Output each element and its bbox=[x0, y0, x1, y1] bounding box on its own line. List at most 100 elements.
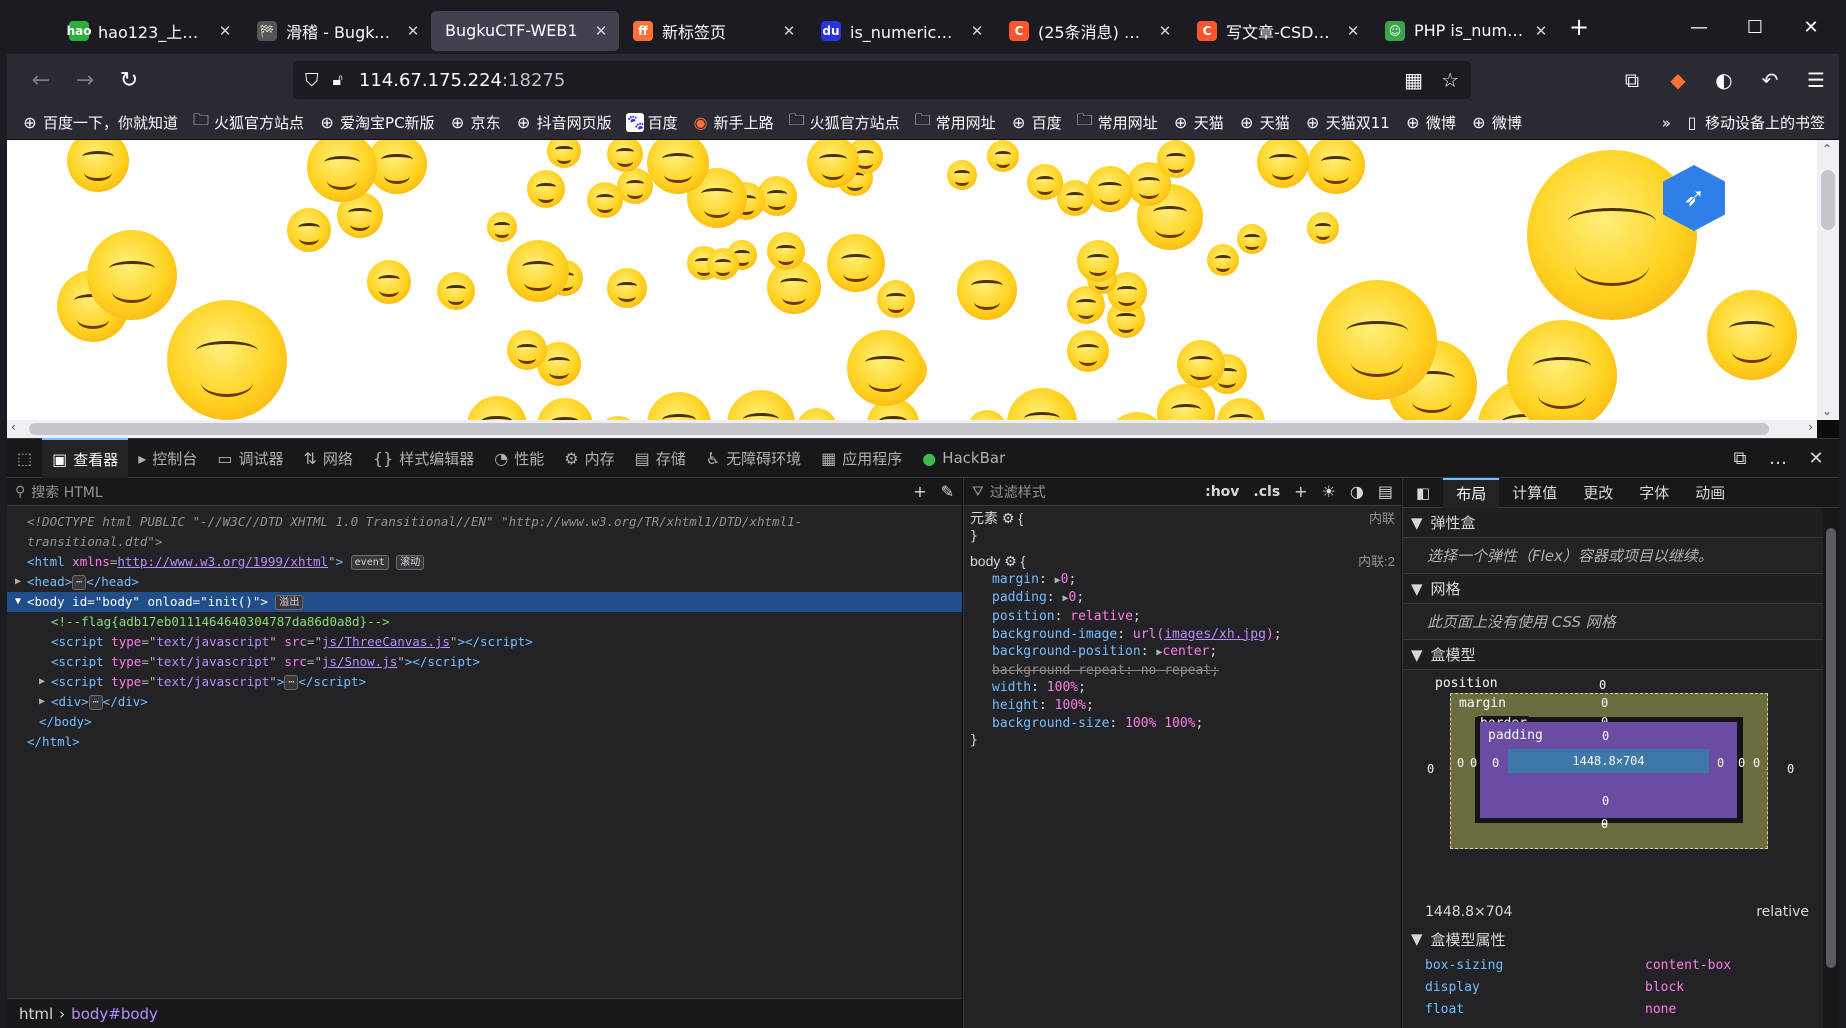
devtools-tab[interactable]: ● HackBar bbox=[912, 438, 1015, 478]
minimize-button[interactable]: — bbox=[1671, 0, 1727, 54]
inline-script-node[interactable]: ▶ <script type="text/javascript"> ⋯ </scrip… bbox=[7, 672, 962, 692]
sidebar-scrollbar[interactable] bbox=[1823, 508, 1839, 1028]
css-declaration[interactable]: background-image: url(images/xh.jpg); bbox=[970, 626, 1395, 644]
devtools-tab[interactable]: ◔ 性能 bbox=[484, 438, 554, 478]
bookmark-item[interactable]: ⊕ 微博 bbox=[1470, 112, 1522, 133]
bookmark-item[interactable]: ⊕ 爱淘宝PC新版 bbox=[318, 112, 434, 133]
css-declaration[interactable]: margin: ▶0; bbox=[970, 571, 1395, 590]
reload-button[interactable]: ↻ bbox=[107, 60, 151, 100]
sidebar-toggle-icon[interactable]: ◧ bbox=[1403, 478, 1443, 508]
devtools-tab[interactable]: ▭ 调试器 bbox=[207, 438, 293, 478]
declaration-value[interactable]: 0 bbox=[1061, 572, 1069, 587]
url-bar[interactable]: ⛉ 🔓︎ 114.67.175.224:18275 ▦ ☆ bbox=[293, 61, 1471, 99]
overflow-badge[interactable]: 溢出 bbox=[275, 595, 304, 610]
more-options-icon[interactable]: … bbox=[1763, 448, 1793, 469]
bookmark-item[interactable]: 🗀︎ 常用网址 bbox=[1076, 109, 1158, 136]
bookmark-item[interactable]: ⊕ 抖音网页版 bbox=[515, 112, 612, 133]
margin-left-value[interactable]: 0 bbox=[1457, 756, 1464, 770]
tab-close-icon[interactable]: ✕ bbox=[1533, 22, 1549, 40]
border-right-value[interactable]: 0 bbox=[1738, 756, 1745, 770]
declaration-value[interactable]: 100% bbox=[1055, 698, 1086, 713]
hov-toggle[interactable]: :hov bbox=[1205, 484, 1239, 500]
close-window-button[interactable]: ✕ bbox=[1783, 0, 1839, 54]
css-declaration[interactable]: background-repeat: no-repeat; bbox=[970, 662, 1395, 680]
padding-left-value[interactable]: 0 bbox=[1492, 756, 1499, 770]
css-declaration[interactable]: background-position: ▶center; bbox=[970, 643, 1395, 662]
css-declaration[interactable]: position: relative; bbox=[970, 608, 1395, 626]
chevron-more-icon[interactable]: » bbox=[1662, 114, 1671, 132]
scroll-left-icon[interactable]: ‹ bbox=[11, 420, 16, 434]
bookmark-item[interactable]: ⊕ 京东 bbox=[449, 112, 501, 133]
shield-icon[interactable]: ⛉ bbox=[305, 70, 319, 91]
tab-close-icon[interactable]: ✕ bbox=[1157, 22, 1173, 40]
declaration-value[interactable]: no-repeat bbox=[1141, 663, 1211, 678]
dock-icon[interactable]: ⧉ bbox=[1725, 448, 1755, 469]
tab-close-icon[interactable]: ✕ bbox=[1345, 22, 1361, 40]
element-picker-button[interactable]: ⬚ bbox=[7, 438, 42, 478]
tab-close-icon[interactable]: ✕ bbox=[217, 22, 233, 40]
maximize-button[interactable]: ☐ bbox=[1727, 0, 1783, 54]
declaration-value[interactable]: 100% 100% bbox=[1125, 716, 1195, 731]
html-search-input[interactable]: 搜索 HTML bbox=[31, 482, 102, 502]
bookmark-item[interactable]: ⊕ 百度 bbox=[1010, 112, 1062, 133]
add-rule-icon[interactable]: + bbox=[1294, 482, 1307, 501]
div-node[interactable]: ▶ <div> ⋯ </div> bbox=[7, 692, 962, 712]
declaration-value[interactable]: 100% bbox=[1047, 680, 1078, 695]
tab-close-icon[interactable]: ✕ bbox=[405, 22, 421, 40]
tab-close-icon[interactable]: ✕ bbox=[593, 22, 609, 40]
margin-top-value[interactable]: 0 bbox=[1601, 696, 1608, 710]
scroll-up-icon[interactable]: ⌃ bbox=[1822, 142, 1832, 156]
sidebar-scroll-thumb[interactable] bbox=[1826, 528, 1836, 968]
collapse-body-icon[interactable]: ▼ bbox=[15, 592, 21, 612]
expand-script-icon[interactable]: ▶ bbox=[39, 672, 45, 692]
devtools-tab[interactable]: ⇅ 网络 bbox=[293, 438, 362, 478]
dark-mode-icon[interactable]: ◑ bbox=[1350, 482, 1364, 501]
scroll-down-icon[interactable]: ⌄ bbox=[1822, 404, 1832, 418]
html-node[interactable]: <html xmlns=http://www.w3.org/1999/xhtml… bbox=[7, 552, 962, 572]
page-horizontal-scrollbar[interactable]: ‹ › bbox=[7, 420, 1817, 438]
doctype-line-2[interactable]: transitional.dtd"> bbox=[7, 532, 962, 552]
tab-close-icon[interactable]: ✕ bbox=[969, 22, 985, 40]
bookmark-item[interactable]: 🗀︎ 常用网址 bbox=[914, 109, 996, 136]
bookmark-item[interactable]: ◉ 新手上路 bbox=[692, 112, 774, 133]
devtools-tab[interactable]: ▤ 存储 bbox=[625, 438, 696, 478]
collapsed-ellipsis[interactable]: ⋯ bbox=[72, 575, 87, 590]
bookmark-item[interactable]: 🗀︎ 火狐官方站点 bbox=[788, 109, 900, 136]
css-declaration[interactable]: width: 100%; bbox=[970, 679, 1395, 697]
breadcrumb-html[interactable]: html bbox=[19, 1005, 53, 1023]
flag-comment-node[interactable]: <!--flag{adb17eb0111464640304787da86d0a8… bbox=[7, 612, 962, 632]
declaration-name[interactable]: background-repeat bbox=[992, 663, 1125, 678]
page-vertical-scrollbar[interactable]: ⌃ ⌄ bbox=[1817, 140, 1839, 420]
script2-src-link[interactable]: js/Snow.js bbox=[322, 654, 397, 669]
element-rule-source[interactable]: 内联 bbox=[1369, 510, 1395, 528]
declaration-name[interactable]: background-image bbox=[992, 627, 1117, 642]
tab-changes[interactable]: 更改 bbox=[1570, 478, 1626, 508]
flexbox-section-header[interactable]: ▼ 弹性盒 bbox=[1403, 508, 1839, 538]
margin-box[interactable]: margin 0 0 0 0 border 0 0 0 0 padding 0 … bbox=[1450, 693, 1768, 849]
script-node[interactable]: <script type="text/javascript" src="js/T… bbox=[7, 632, 962, 652]
eyedropper-icon[interactable]: ✎ bbox=[941, 482, 954, 501]
bookmark-item[interactable]: 🗀︎ 火狐官方站点 bbox=[192, 109, 304, 136]
grid-section-header[interactable]: ▼ 网格 bbox=[1403, 574, 1839, 604]
menu-icon[interactable]: ☰ bbox=[1793, 68, 1839, 92]
bookmark-item[interactable]: ⊕ 天猫双11 bbox=[1304, 112, 1390, 133]
declaration-name[interactable]: margin bbox=[992, 572, 1039, 587]
declaration-name[interactable]: height bbox=[992, 698, 1039, 713]
tab-fonts[interactable]: 字体 bbox=[1626, 478, 1682, 508]
tab-computed[interactable]: 计算值 bbox=[1499, 478, 1570, 508]
position-right-value[interactable]: 0 bbox=[1787, 762, 1794, 776]
collapsed-ellipsis[interactable]: ⋯ bbox=[284, 675, 299, 690]
browser-tab[interactable]: 🏁 滑稽 - Bugku CTF ✕ bbox=[243, 11, 431, 51]
browser-tab[interactable]: ☺ PHP is_numeric(✕ bbox=[1371, 11, 1559, 51]
breadcrumb-body[interactable]: body#body bbox=[71, 1005, 158, 1023]
bookmark-star-icon[interactable]: ☆ bbox=[1441, 68, 1459, 92]
other-bookmarks[interactable]: ▯ 移动设备上的书签 bbox=[1683, 112, 1825, 133]
devtools-tab[interactable]: ▦ 应用程序 bbox=[811, 438, 912, 478]
border-box[interactable]: border 0 0 0 0 padding 0 0 0 0 1448.8×70… bbox=[1470, 715, 1745, 831]
close-devtools-icon[interactable]: ✕ bbox=[1801, 448, 1831, 469]
expand-div-icon[interactable]: ▶ bbox=[39, 692, 45, 712]
content-box[interactable]: 1448.8×704 bbox=[1508, 749, 1709, 773]
undo-close-tab-icon[interactable]: ↶ bbox=[1747, 68, 1793, 92]
browser-tab[interactable]: C (25条消息) CSDN ✕ bbox=[995, 11, 1183, 51]
position-left-value[interactable]: 0 bbox=[1427, 762, 1434, 776]
